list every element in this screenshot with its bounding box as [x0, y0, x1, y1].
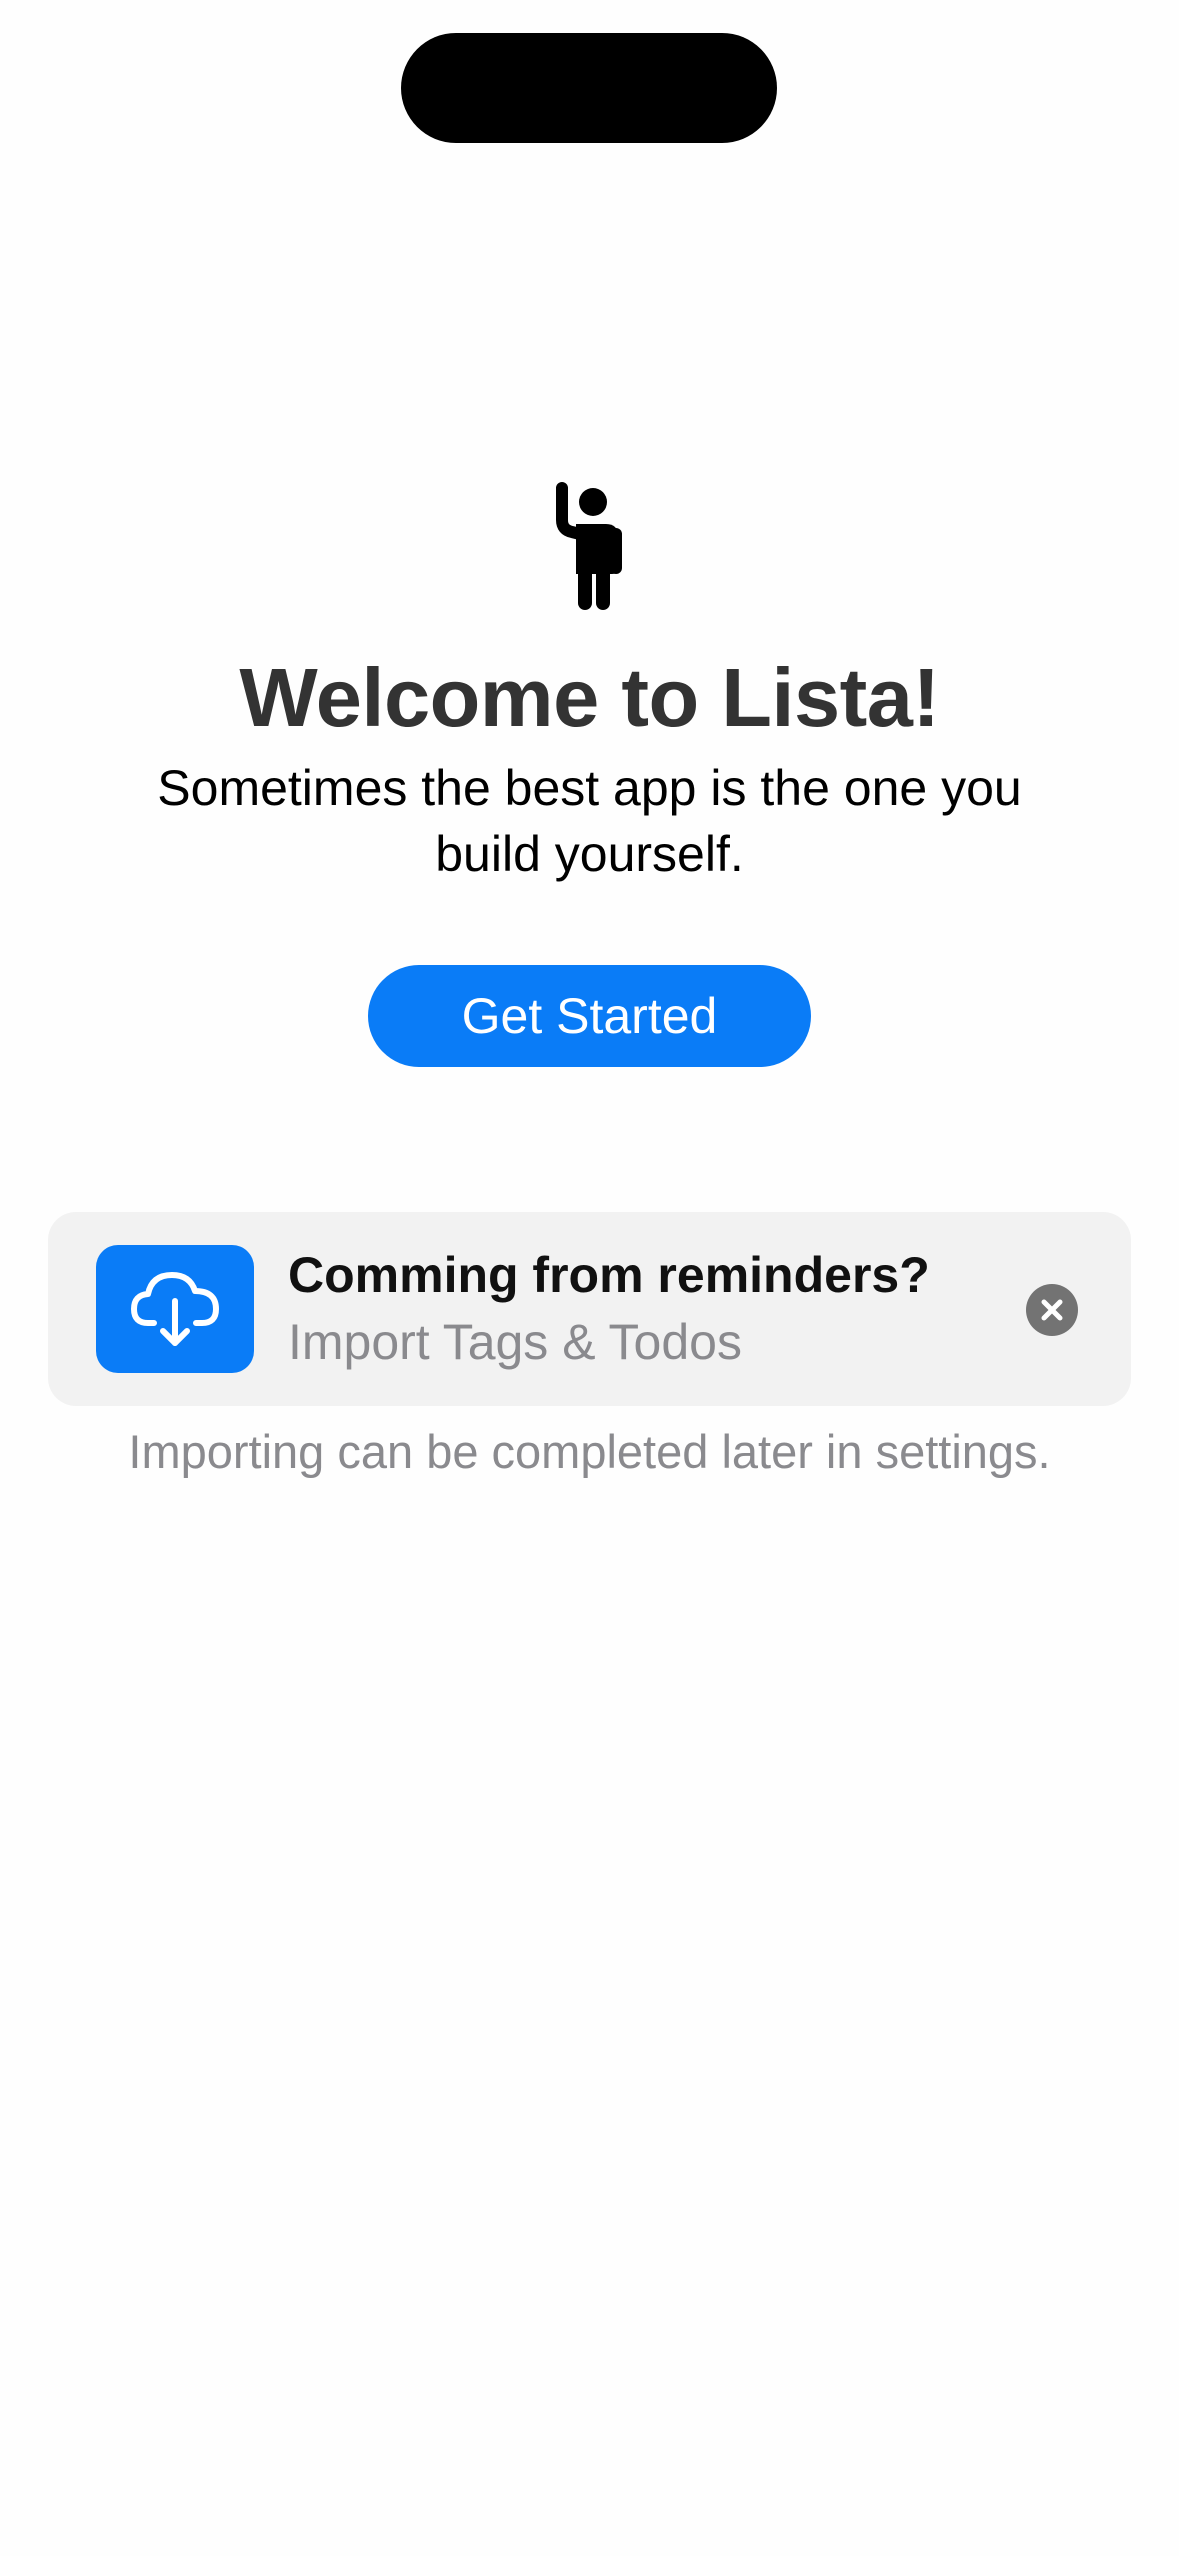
cloud-download-icon	[96, 1245, 254, 1373]
welcome-title: Welcome to Lista!	[239, 651, 940, 744]
import-note: Importing can be completed later in sett…	[128, 1425, 1051, 1478]
close-icon[interactable]	[1026, 1284, 1078, 1336]
person-waving-icon	[540, 480, 640, 610]
import-card-title: Comming from reminders?	[288, 1247, 930, 1303]
import-card-subtitle: Import Tags & Todos	[288, 1314, 742, 1370]
onboarding-screen: Welcome to Lista! Sometimes the best app…	[0, 0, 1179, 2556]
get-started-button[interactable]: Get Started	[368, 965, 811, 1067]
dynamic-island	[401, 33, 777, 143]
import-reminders-card[interactable]: Comming from reminders? Import Tags & To…	[48, 1212, 1131, 1406]
welcome-subtitle: Sometimes the best app is the one you bu…	[157, 760, 1022, 882]
